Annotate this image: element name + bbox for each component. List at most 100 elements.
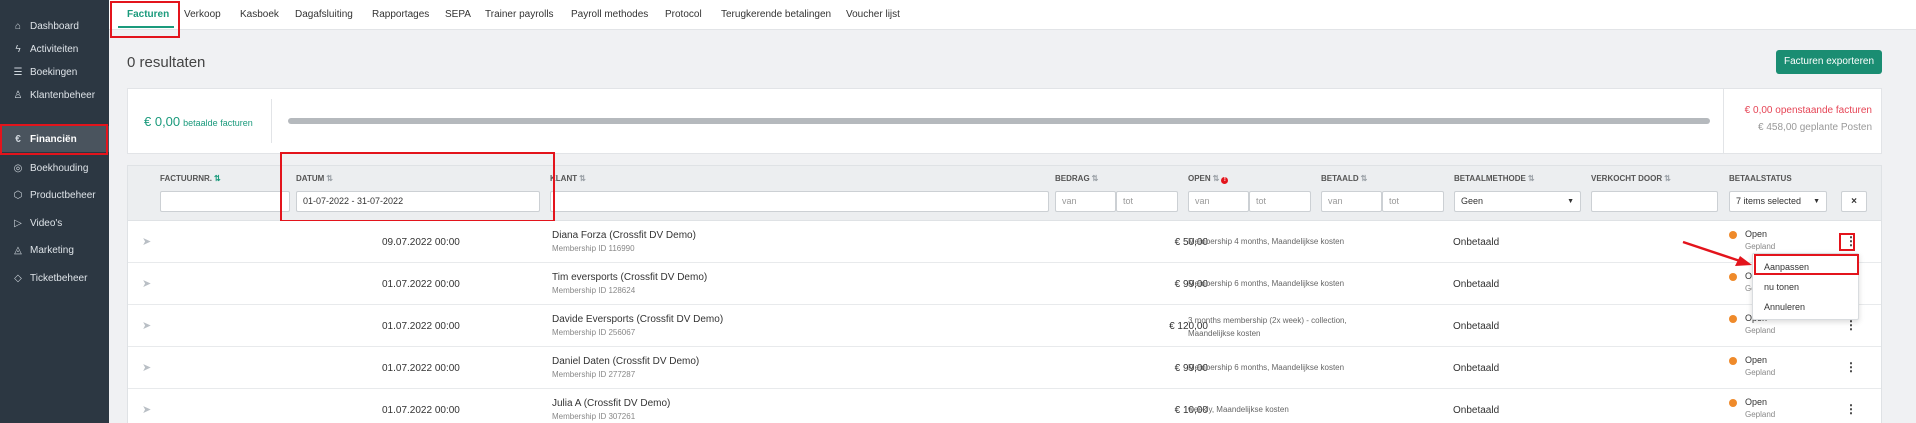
send-icon[interactable]: ➤ <box>142 235 151 248</box>
row-date: 09.07.2022 00:00 <box>382 237 460 248</box>
payment-method-select[interactable]: Geen ▼ <box>1454 191 1581 212</box>
sort-icon: ⇅ <box>1527 174 1535 183</box>
paid-to-input[interactable]: tot <box>1382 191 1444 212</box>
row-status: Open <box>1745 397 1768 407</box>
column-header-paid[interactable]: BETAALD ⇅ <box>1321 174 1367 183</box>
send-icon[interactable]: ➤ <box>142 403 151 416</box>
column-header-method[interactable]: BETAALMETHODE ⇅ <box>1454 174 1535 183</box>
row-client[interactable]: Tim eversports (Crossfit DV Demo) <box>552 272 707 283</box>
tab-facturen[interactable]: Facturen <box>127 9 169 20</box>
menu-item-nu-tonen[interactable]: nu tonen <box>1764 282 1799 292</box>
tab-verkoop[interactable]: Verkoop <box>184 9 221 20</box>
select-value: 7 items selected <box>1736 196 1802 206</box>
megaphone-icon: ◬ <box>14 244 22 256</box>
sidebar-item-klantenbeheer[interactable]: ♙ Klantenbeheer <box>0 82 109 108</box>
table-header: FACTUURNR. ⇅ DATUM ⇅ KLANT ⇅ BEDRAG ⇅ OPEN ⇅!… <box>127 165 1882 221</box>
sidebar-item-ticketbeheer[interactable]: ◇ Ticketbeheer <box>0 265 109 291</box>
menu-item-aanpassen[interactable]: Aanpassen <box>1764 262 1809 272</box>
tab-protocol[interactable]: Protocol <box>665 9 702 20</box>
date-range-filter[interactable]: 01-07-2022 - 31-07-2022 <box>296 191 540 212</box>
sidebar-item-productbeheer[interactable]: ⬡ Productbeheer <box>0 182 109 208</box>
sidebar-item-boekhouding[interactable]: ◎ Boekhouding <box>0 155 109 181</box>
more-options-icon[interactable]: ⋮ <box>1845 318 1857 332</box>
clear-filters-button[interactable]: × <box>1841 191 1867 212</box>
planned-summary: € 458,00 geplante Posten <box>1758 122 1872 133</box>
column-header-invoice[interactable]: FACTUURNR. ⇅ <box>160 174 221 183</box>
column-header-date[interactable]: DATUM ⇅ <box>296 174 333 183</box>
column-header-client[interactable]: KLANT ⇅ <box>550 174 586 183</box>
export-invoices-button[interactable]: Facturen exporteren <box>1776 50 1882 74</box>
home-icon: ⌂ <box>14 20 22 32</box>
sort-icon: ⇅ <box>214 174 221 183</box>
table-row[interactable]: ➤ 01.07.2022 00:00 Tim eversports (Cross… <box>128 263 1881 305</box>
payment-status-select[interactable]: 7 items selected ▼ <box>1729 191 1827 212</box>
open-to-input[interactable]: tot <box>1249 191 1311 212</box>
row-payment-status: Onbetaald <box>1453 405 1500 416</box>
sort-icon: ⇅ <box>1212 174 1220 183</box>
sidebar: ⌂ Dashboard ϟ Activiteiten ☰ Boekingen ♙ Kla… <box>0 0 109 423</box>
sidebar-item-marketing[interactable]: ◬ Marketing <box>0 237 109 263</box>
row-description: Membership 6 months, Maandelijkse kosten <box>1188 279 1345 288</box>
client-filter[interactable] <box>550 191 1049 212</box>
sidebar-item-label: Dashboard <box>30 20 79 32</box>
tab-rapportages[interactable]: Rapportages <box>372 9 429 20</box>
column-header-label: DATUM <box>296 174 325 183</box>
row-payment-status: Onbetaald <box>1453 363 1500 374</box>
row-client[interactable]: Daniel Daten (Crossfit DV Demo) <box>552 356 699 367</box>
sidebar-item-financien[interactable]: € Financiën <box>0 126 109 152</box>
column-header-sold-by[interactable]: VERKOCHT DOOR ⇅ <box>1591 174 1671 183</box>
table-row[interactable]: ➤ 01.07.2022 00:00 Davide Eversports (Cr… <box>128 305 1881 347</box>
sidebar-item-label: Boekhouding <box>30 162 89 174</box>
send-icon[interactable]: ➤ <box>142 361 151 374</box>
row-client[interactable]: Julia A (Crossfit DV Demo) <box>552 398 670 409</box>
tab-terugkerende-betalingen[interactable]: Terugkerende betalingen <box>721 9 831 20</box>
send-icon[interactable]: ➤ <box>142 277 151 290</box>
sold-by-filter[interactable] <box>1591 191 1718 212</box>
results-count: 0 resultaten <box>127 54 206 71</box>
tab-payroll-methodes[interactable]: Payroll methodes <box>571 9 648 20</box>
row-client[interactable]: Davide Eversports (Crossfit DV Demo) <box>552 314 723 325</box>
amount-from-input[interactable]: van <box>1055 191 1116 212</box>
more-options-icon[interactable]: ⋮ <box>1845 360 1857 374</box>
status-dot <box>1729 231 1737 239</box>
tab-trainer-payrolls[interactable]: Trainer payrolls <box>485 9 554 20</box>
row-client[interactable]: Diana Forza (Crossfit DV Demo) <box>552 230 696 241</box>
tab-dagafsluiting[interactable]: Dagafsluiting <box>295 9 353 20</box>
warning-icon: ! <box>1221 177 1229 184</box>
sidebar-item-label: Activiteiten <box>30 43 79 55</box>
send-icon[interactable]: ➤ <box>142 319 151 332</box>
row-actions-menu: Aanpassen nu tonen Annuleren <box>1752 253 1859 320</box>
sort-icon: ⇅ <box>1664 174 1671 183</box>
sidebar-item-videos[interactable]: ▷ Video's <box>0 210 109 236</box>
more-options-icon[interactable]: ⋮ <box>1845 234 1857 248</box>
column-header-open[interactable]: OPEN ⇅! <box>1188 174 1229 184</box>
ledger-icon: ◎ <box>13 162 23 174</box>
sidebar-item-label: Boekingen <box>30 66 78 78</box>
table-row[interactable]: ➤ 01.07.2022 00:00 Julia A (Crossfit DV … <box>128 389 1881 423</box>
sort-icon: ⇅ <box>579 174 586 183</box>
caret-down-icon: ▼ <box>1813 198 1820 205</box>
invoice-number-filter[interactable] <box>160 191 290 212</box>
tab-sepa[interactable]: SEPA <box>445 9 471 20</box>
column-header-label: KLANT <box>550 174 578 183</box>
paid-from-input[interactable]: van <box>1321 191 1382 212</box>
open-from-input[interactable]: van <box>1188 191 1249 212</box>
amount-to-input[interactable]: tot <box>1116 191 1178 212</box>
menu-item-annuleren[interactable]: Annuleren <box>1764 302 1805 312</box>
column-header-status[interactable]: BETAALSTATUS <box>1729 174 1792 183</box>
tab-kasboek[interactable]: Kasboek <box>240 9 279 20</box>
tab-voucher-lijst[interactable]: Voucher lijst <box>846 9 900 20</box>
status-dot <box>1729 399 1737 407</box>
column-header-label: FACTUURNR. <box>160 174 212 183</box>
column-header-label: BETAALMETHODE <box>1454 174 1526 183</box>
table-row[interactable]: ➤ 09.07.2022 00:00 Diana Forza (Crossfit… <box>128 221 1881 263</box>
row-date: 01.07.2022 00:00 <box>382 405 460 416</box>
divider <box>271 99 272 143</box>
row-substatus: Gepland <box>1745 410 1776 419</box>
row-substatus: Gepland <box>1745 368 1776 377</box>
sort-icon: ⇅ <box>1091 174 1099 183</box>
table-row[interactable]: ➤ 01.07.2022 00:00 Daniel Daten (Crossfi… <box>128 347 1881 389</box>
status-dot <box>1729 315 1737 323</box>
more-options-icon[interactable]: ⋮ <box>1845 402 1857 416</box>
column-header-amount[interactable]: BEDRAG ⇅ <box>1055 174 1098 183</box>
